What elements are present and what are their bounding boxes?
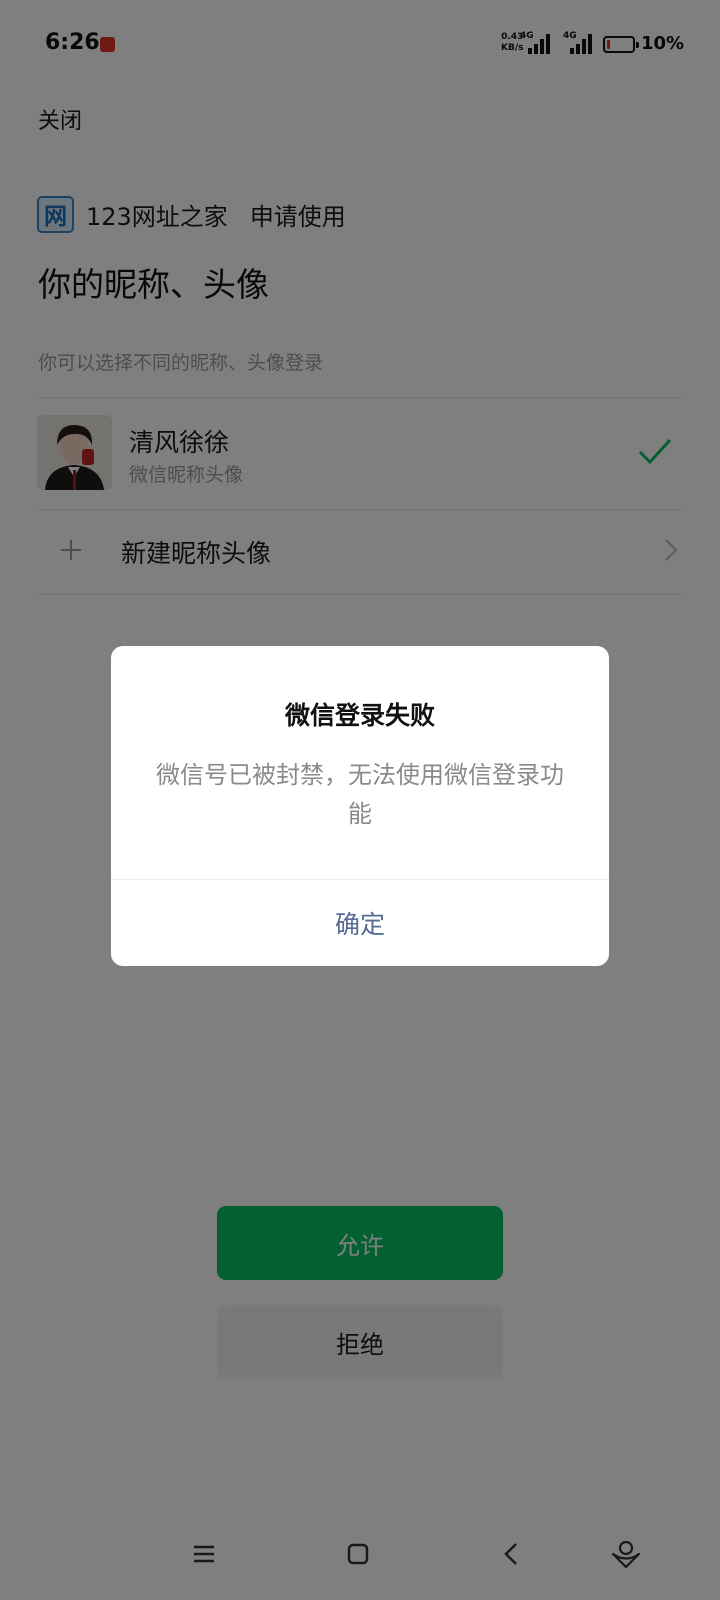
error-dialog: 微信登录失败 微信号已被封禁，无法使用微信登录功能 确定 [111,646,609,966]
dialog-title: 微信登录失败 [284,701,435,730]
confirm-button[interactable]: 确定 [111,880,609,966]
dialog-message: 微信号已被封禁，无法使用微信登录功能 [156,761,564,828]
